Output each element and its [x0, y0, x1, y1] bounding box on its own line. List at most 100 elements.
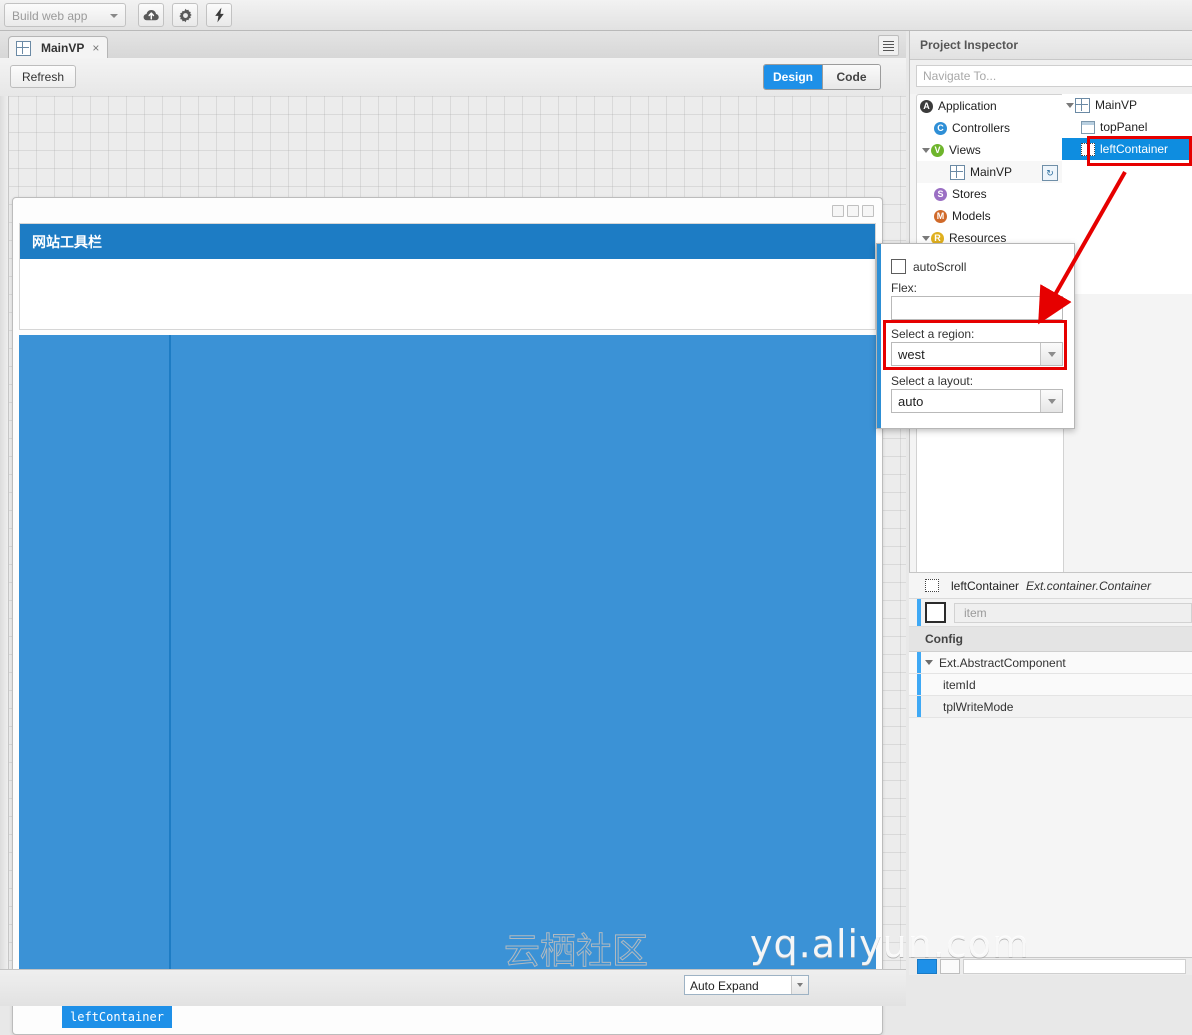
- expand-arrow-icon[interactable]: [1064, 94, 1075, 116]
- row-accent: [917, 652, 921, 673]
- selection-tag: leftContainer: [62, 1006, 172, 1028]
- refresh-icon[interactable]: ↻: [1042, 165, 1058, 181]
- component-square-icon: [925, 602, 946, 623]
- chevron-down-icon: [1047, 398, 1056, 404]
- tree-node-label: Application: [938, 99, 997, 113]
- deploy-button[interactable]: [138, 3, 164, 27]
- footer-filter-input[interactable]: [963, 959, 1186, 974]
- tab-mainvp[interactable]: MainVP ×: [8, 36, 109, 59]
- flex-label: Flex:: [891, 281, 918, 295]
- editor-bottombar: Auto Expand: [0, 969, 906, 1006]
- tree-node-views[interactable]: V Views: [917, 139, 1063, 161]
- config-row-tplwritemode[interactable]: tplWriteMode: [909, 696, 1192, 718]
- container-icon: [925, 579, 939, 592]
- close-icon[interactable]: ×: [92, 41, 99, 55]
- viewport-grid-icon: [1075, 97, 1090, 113]
- tree-node-label: Controllers: [952, 121, 1011, 135]
- layout-value: auto: [898, 393, 924, 409]
- viewport-grid-icon: [16, 40, 31, 56]
- tab-list-menu-button[interactable]: [878, 35, 899, 56]
- footer-primary-button[interactable]: [917, 959, 937, 974]
- tab-code[interactable]: Code: [822, 65, 880, 89]
- list-menu-icon: [883, 39, 894, 53]
- chevron-down-icon: [110, 14, 118, 18]
- viewport-grid-icon: [950, 164, 965, 180]
- row-accent: [917, 696, 921, 717]
- cloud-upload-icon: [143, 8, 159, 22]
- tree-node-label: Views: [949, 143, 981, 157]
- build-target-combo[interactable]: Build web app: [4, 3, 126, 27]
- toppanel-title: 网站工具栏: [20, 224, 875, 259]
- tree-node-label: MainVP: [1095, 98, 1138, 112]
- application-badge-icon: A: [920, 99, 933, 113]
- row-accent: [917, 599, 921, 626]
- tree-node-models[interactable]: M Models: [917, 205, 1063, 227]
- annotation-highlight-region: [883, 320, 1067, 370]
- footer-secondary-button[interactable]: [940, 959, 960, 974]
- tree-node-label: Models: [952, 209, 991, 223]
- popup-accent-bar: [877, 244, 881, 428]
- tree-node-toppanel[interactable]: topPanel: [1062, 116, 1192, 138]
- auto-expand-combo[interactable]: Auto Expand: [684, 975, 809, 995]
- inspector-title: Project Inspector: [910, 31, 1192, 60]
- navigate-to-placeholder: Navigate To...: [923, 69, 997, 83]
- design-window[interactable]: 网站工具栏: [12, 197, 883, 1035]
- refresh-button[interactable]: Refresh: [10, 65, 77, 88]
- row-accent: [917, 674, 921, 695]
- tree-node-mainvp-component[interactable]: MainVP: [1062, 94, 1192, 116]
- config-row-itemid[interactable]: itemId: [909, 674, 1192, 696]
- design-canvas[interactable]: 网站工具栏 leftContainer: [0, 96, 906, 1035]
- layout-combo[interactable]: auto: [891, 389, 1063, 413]
- tree-node-application[interactable]: A Application: [917, 95, 1063, 117]
- config-group-label: Ext.AbstractComponent: [939, 655, 1066, 670]
- app-toolbar: Build web app: [0, 0, 1192, 31]
- expand-arrow-icon[interactable]: [920, 139, 931, 161]
- tree-node-mainvp[interactable]: MainVP ↻: [917, 161, 1063, 183]
- config-row-label: itemId: [943, 677, 976, 692]
- item-placeholder: item: [964, 605, 987, 620]
- maximize-icon[interactable]: [847, 205, 859, 217]
- controllers-badge-icon: C: [934, 121, 947, 135]
- panel-icon: [1081, 120, 1095, 134]
- design-leftcontainer-region[interactable]: [19, 335, 171, 995]
- config-section-title: Config: [909, 627, 1192, 652]
- config-item-row[interactable]: item: [909, 599, 1192, 627]
- window-controls: [832, 205, 874, 217]
- tree-node-controllers[interactable]: C Controllers: [917, 117, 1063, 139]
- config-component-name: leftContainer: [951, 578, 1020, 593]
- design-center-region[interactable]: [19, 335, 876, 995]
- tree-node-label: topPanel: [1100, 120, 1148, 134]
- design-toppanel[interactable]: 网站工具栏: [19, 223, 876, 330]
- close-window-icon[interactable]: [862, 205, 874, 217]
- component-tree[interactable]: MainVP topPanel leftContainer: [1062, 94, 1192, 294]
- tab-design[interactable]: Design: [764, 65, 822, 89]
- run-button[interactable]: [206, 3, 232, 27]
- chevron-down-icon: [797, 983, 803, 987]
- collapse-arrow-icon[interactable]: [925, 660, 933, 665]
- config-group-abstractcomponent[interactable]: Ext.AbstractComponent: [909, 652, 1192, 674]
- item-input[interactable]: item: [954, 602, 1192, 623]
- editor-subtoolbar: Refresh Design Code: [0, 58, 906, 97]
- auto-expand-value: Auto Expand: [690, 979, 759, 993]
- auto-expand-dropdown-button[interactable]: [791, 976, 808, 994]
- layout-dropdown-button[interactable]: [1040, 390, 1062, 412]
- navigate-to-input[interactable]: Navigate To...: [916, 65, 1192, 87]
- config-row-label: tplWriteMode: [943, 699, 1014, 714]
- tab-label: MainVP: [41, 41, 85, 55]
- gear-icon: [178, 8, 193, 23]
- settings-button[interactable]: [172, 3, 198, 27]
- stores-badge-icon: S: [934, 187, 947, 201]
- tree-node-stores[interactable]: S Stores: [917, 183, 1063, 205]
- minimize-icon[interactable]: [832, 205, 844, 217]
- tree-node-label: Stores: [952, 187, 987, 201]
- refresh-label: Refresh: [22, 69, 65, 84]
- autoscroll-checkbox[interactable]: [891, 259, 906, 274]
- autoscroll-label: autoScroll: [913, 259, 967, 274]
- autoscroll-row[interactable]: autoScroll: [891, 259, 966, 274]
- tree-node-label: MainVP: [970, 165, 1013, 179]
- flex-input[interactable]: [891, 296, 1063, 320]
- config-component-header: leftContainer Ext.container.Container: [909, 573, 1192, 599]
- canvas-ruler: [0, 96, 9, 974]
- layout-label: Select a layout:: [891, 374, 974, 388]
- view-mode-switch: Design Code: [763, 64, 881, 90]
